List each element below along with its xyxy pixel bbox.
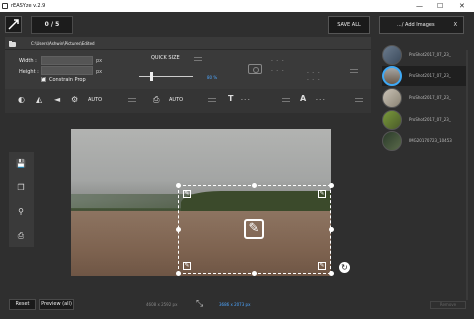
crop-handle-br[interactable]: [329, 271, 334, 276]
image-list-item-selected[interactable]: ProShot2017_07_23_: [382, 66, 466, 86]
original-dimensions: 4608 x 2592 px: [146, 302, 178, 307]
print-menu-icon[interactable]: [208, 98, 216, 103]
minimize-button[interactable]: —: [416, 0, 423, 12]
preview-all-button[interactable]: Preview (all): [39, 299, 74, 310]
crop-handle-tl[interactable]: [176, 183, 181, 188]
settings-gear-icon[interactable]: ⚙: [71, 95, 78, 105]
crop-edit-icon[interactable]: ✎: [244, 219, 264, 239]
quick-size-value: 80 %: [207, 75, 218, 80]
window-title: rEASYze v.2.9: [11, 3, 46, 9]
save-icon[interactable]: 💾: [16, 159, 26, 169]
app-window: rEASYze v.2.9 — ☐ ✕ 0 / 5 SAVE ALL .../ …: [0, 0, 474, 319]
image-name: ProShot2017_07_23_: [409, 73, 451, 78]
crop-handle-mr[interactable]: [329, 227, 334, 232]
font-size-value: - - -: [316, 97, 325, 103]
divider: [5, 49, 371, 50]
resize-arrows-icon: ⤡: [196, 299, 204, 309]
new-dimensions: 3686 x 2073 px: [219, 302, 251, 307]
reset-button[interactable]: Reset: [9, 299, 36, 310]
output-dash-4: - - -: [307, 77, 321, 83]
image-name: ProShot2017_07_23_: [409, 117, 451, 122]
contrast-icon[interactable]: ◐: [18, 95, 25, 105]
save-all-button[interactable]: SAVE ALL: [328, 16, 370, 34]
flip-icon[interactable]: ◭: [36, 95, 42, 105]
image-counter: 0 / 5: [31, 16, 73, 34]
output-dash-2: - - -: [271, 68, 285, 74]
text-tool-icon[interactable]: T: [228, 94, 233, 104]
crop-corner-edit-icon[interactable]: ✎: [318, 190, 326, 198]
height-input[interactable]: [41, 66, 93, 75]
add-images-button[interactable]: .../ Add Images X: [379, 16, 464, 34]
quick-size-slider[interactable]: [139, 76, 193, 77]
quick-size-slider-thumb[interactable]: [150, 72, 153, 81]
height-label: Height :: [19, 69, 39, 75]
crop-corner-edit-icon[interactable]: ✎: [183, 262, 191, 270]
app-logo-button[interactable]: [5, 16, 22, 33]
image-thumbnail: [382, 66, 402, 86]
auto-label-2[interactable]: AUTO: [169, 97, 183, 103]
camera-icon[interactable]: [248, 64, 262, 74]
output-dash-3: - - -: [307, 70, 321, 76]
image-list-item[interactable]: ProShot2017_07_23_: [382, 110, 466, 130]
image-thumbnail: [382, 45, 402, 65]
close-button[interactable]: ✕: [459, 0, 465, 12]
image-name: ProShot2017_07_23_: [409, 52, 451, 57]
output-menu-icon[interactable]: [350, 69, 358, 74]
font-menu-icon[interactable]: [355, 98, 363, 103]
output-path[interactable]: C:\Users\Ashwin\Pictures\Edited: [31, 41, 95, 46]
resize-logo-icon: [8, 19, 19, 30]
width-input[interactable]: [41, 56, 93, 65]
text-menu-icon[interactable]: [282, 98, 290, 103]
rotate-icon[interactable]: ◄: [54, 95, 60, 105]
add-images-label: .../ Add Images: [397, 22, 435, 28]
image-name: ProShot2017_07_23_: [409, 95, 451, 100]
quick-size-label: QUICK SIZE: [151, 55, 180, 61]
zoom-icon[interactable]: ⚲: [16, 207, 26, 217]
constrain-checkbox[interactable]: [41, 75, 46, 82]
image-thumbnail: [382, 88, 402, 108]
font-size-icon[interactable]: A: [300, 94, 306, 104]
constrain-label: Constrain Prop: [49, 77, 86, 83]
image-list-scrollbar[interactable]: [466, 50, 468, 300]
tool-sidebar: 💾 ❐ ⚲ ⎙: [9, 152, 34, 247]
crop-handle-bl[interactable]: [176, 271, 181, 276]
crop-handle-tr[interactable]: [329, 183, 334, 188]
output-dash-1: - - -: [271, 58, 285, 64]
folder-icon[interactable]: [9, 41, 16, 47]
text-tool-value: - - -: [241, 97, 250, 103]
printer-icon[interactable]: ⎙: [153, 95, 159, 105]
clear-images-button[interactable]: X: [454, 17, 457, 33]
remove-button[interactable]: Remove: [430, 301, 466, 309]
width-label: Width :: [19, 58, 37, 64]
quick-size-menu-icon[interactable]: [194, 57, 202, 62]
crop-corner-edit-icon[interactable]: ✎: [183, 190, 191, 198]
app-icon: [2, 3, 8, 9]
image-list-item[interactable]: IMG20170723_10453: [382, 131, 466, 151]
crop-handle-tm[interactable]: [252, 183, 257, 188]
image-list-item[interactable]: ProShot2017_07_23_: [382, 88, 466, 108]
rotate-handle-icon[interactable]: ↻: [339, 262, 350, 273]
print-icon[interactable]: ⎙: [16, 231, 26, 241]
copy-icon[interactable]: ❐: [16, 183, 26, 193]
height-unit: px: [96, 69, 103, 75]
crop-handle-ml[interactable]: [176, 227, 181, 232]
title-bar: rEASYze v.2.9 — ☐ ✕: [0, 0, 474, 12]
maximize-button[interactable]: ☐: [437, 0, 443, 12]
crop-handle-bm[interactable]: [252, 271, 257, 276]
crop-corner-edit-icon[interactable]: ✎: [318, 262, 326, 270]
width-unit: px: [96, 58, 103, 64]
image-list-item[interactable]: ProShot2017_07_23_: [382, 45, 466, 65]
auto-label-1[interactable]: AUTO: [88, 97, 102, 103]
adjust-menu-icon[interactable]: [128, 98, 136, 103]
image-thumbnail: [382, 131, 402, 151]
image-name: IMG20170723_10453: [409, 138, 452, 143]
image-thumbnail: [382, 110, 402, 130]
